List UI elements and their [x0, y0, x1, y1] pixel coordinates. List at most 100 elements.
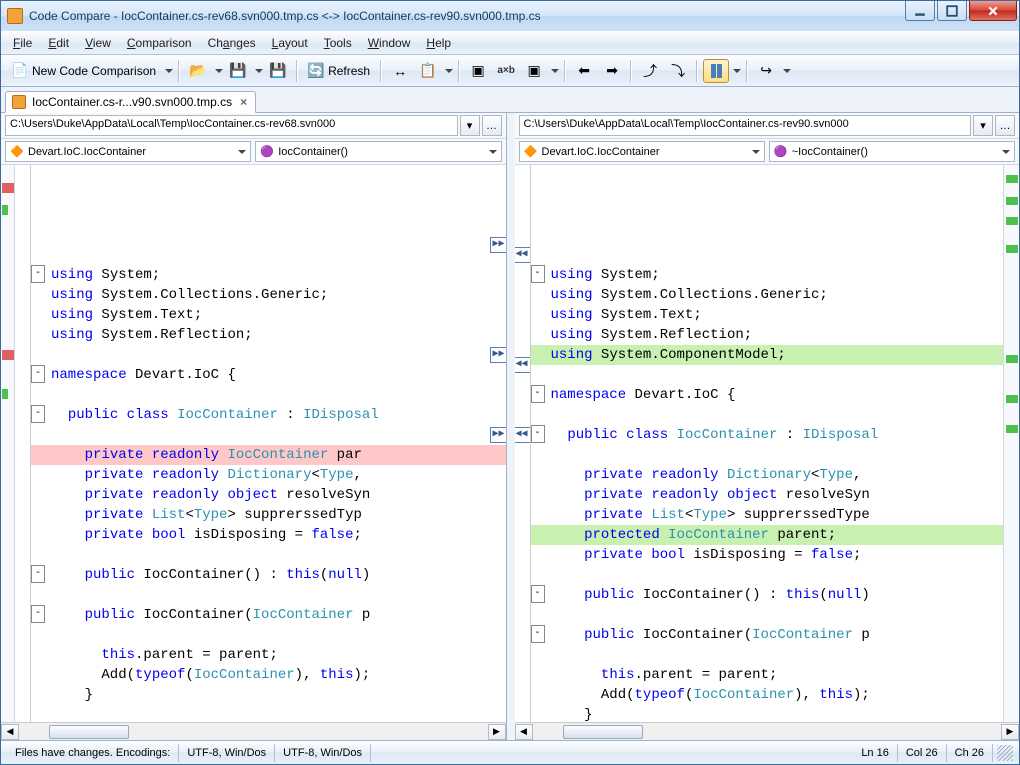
code-line[interactable]: using System.Reflection; [531, 325, 1004, 345]
dropdown-icon[interactable] [551, 69, 559, 73]
scroll-thumb[interactable] [563, 725, 643, 739]
open-button[interactable]: 📂 [185, 59, 211, 83]
goto-last-button[interactable]: ⤵ [665, 59, 691, 83]
code-line[interactable] [531, 405, 1004, 425]
code-line[interactable] [31, 625, 506, 645]
code-line[interactable]: private bool isDisposing = false; [531, 545, 1004, 565]
next-diff-button[interactable]: ▣ [521, 59, 547, 83]
code-line[interactable] [531, 565, 1004, 585]
minimize-button[interactable] [905, 1, 935, 21]
code-line[interactable]: namespace Devart.IoC { [31, 365, 506, 385]
fold-toggle-icon[interactable] [531, 625, 545, 643]
fold-toggle-icon[interactable] [531, 385, 545, 403]
code-line[interactable]: using System.Collections.Generic; [31, 285, 506, 305]
code-line[interactable] [531, 645, 1004, 665]
browse-button[interactable]: … [482, 115, 502, 136]
save-button[interactable]: 💾 [225, 59, 251, 83]
code-line[interactable]: protected IocContainer parent; [531, 525, 1004, 545]
code-line[interactable] [531, 605, 1004, 625]
copy-right-button[interactable]: ➡ [599, 59, 625, 83]
right-overview-ruler[interactable] [1003, 165, 1019, 722]
scroll-right-button[interactable]: ▶ [1001, 724, 1019, 740]
menu-help[interactable]: Help [418, 33, 459, 53]
code-line[interactable]: private List<Type> supprerssedTyp [31, 505, 506, 525]
code-line[interactable]: private readonly IocContainer par [31, 445, 506, 465]
code-line[interactable] [31, 385, 506, 405]
new-comparison-button[interactable]: 📄New Code Comparison [7, 59, 161, 83]
layout-side-button[interactable] [703, 59, 729, 83]
dropdown-icon[interactable] [215, 69, 223, 73]
code-line[interactable]: using System; [31, 265, 506, 285]
code-line[interactable]: public IocContainer() : this(null) [531, 585, 1004, 605]
code-line[interactable]: using System.Collections.Generic; [531, 285, 1004, 305]
swap-button[interactable]: ↔ [387, 59, 413, 83]
code-line[interactable] [31, 345, 506, 365]
code-line[interactable]: private readonly object resolveSyn [531, 485, 1004, 505]
dropdown-icon[interactable] [255, 69, 263, 73]
document-tab[interactable]: IocContainer.cs-r...v90.svn000.tmp.cs × [5, 91, 256, 113]
prev-diff-button[interactable]: ▣ [465, 59, 491, 83]
code-line[interactable]: private List<Type> supprerssedType [531, 505, 1004, 525]
code-line[interactable]: Add(typeof(IocContainer), this); [531, 685, 1004, 705]
dropdown-icon[interactable] [783, 69, 791, 73]
code-line[interactable]: using System.Text; [531, 305, 1004, 325]
menu-window[interactable]: Window [360, 33, 419, 53]
code-line[interactable] [31, 585, 506, 605]
right-h-scrollbar[interactable]: ◀ ▶ [515, 722, 1020, 740]
right-class-combo[interactable]: 🔶 Devart.IoC.IocContainer [519, 141, 765, 162]
fold-toggle-icon[interactable] [31, 405, 45, 423]
refresh-button[interactable]: 🔄Refresh [303, 59, 375, 83]
code-line[interactable] [531, 365, 1004, 385]
fold-toggle-icon[interactable] [31, 565, 45, 583]
code-line[interactable]: private readonly object resolveSyn [31, 485, 506, 505]
resize-grip-icon[interactable] [997, 745, 1013, 761]
tool-button[interactable]: 📋 [415, 59, 441, 83]
fold-toggle-icon[interactable] [531, 425, 545, 443]
code-line[interactable] [31, 545, 506, 565]
fold-toggle-icon[interactable] [31, 265, 45, 283]
left-diff-ruler[interactable] [1, 165, 15, 722]
fold-toggle-icon[interactable] [31, 365, 45, 383]
fold-toggle-icon[interactable] [31, 605, 45, 623]
code-line[interactable]: private readonly Dictionary<Type, [31, 465, 506, 485]
code-line[interactable]: private bool isDisposing = false; [31, 525, 506, 545]
code-line[interactable] [31, 705, 506, 722]
dropdown-icon[interactable] [733, 69, 741, 73]
menu-tools[interactable]: Tools [316, 33, 360, 53]
titlebar[interactable]: Code Compare - IocContainer.cs-rev68.svn… [1, 1, 1019, 31]
code-line[interactable]: Add(typeof(IocContainer), this); [31, 665, 506, 685]
copy-left-button[interactable]: ⬅ [571, 59, 597, 83]
save-all-button[interactable]: 💾 [265, 59, 291, 83]
code-line[interactable]: using System.ComponentModel; [531, 345, 1004, 365]
code-line[interactable]: } [531, 705, 1004, 722]
menu-layout[interactable]: Layout [264, 33, 316, 53]
scroll-right-button[interactable]: ▶ [488, 724, 506, 740]
dropdown-icon[interactable] [445, 69, 453, 73]
code-line[interactable]: public IocContainer(IocContainer p [31, 605, 506, 625]
close-button[interactable] [969, 1, 1017, 21]
menu-file[interactable]: File [5, 33, 40, 53]
left-path-input[interactable]: C:\Users\Duke\AppData\Local\Temp\IocCont… [5, 115, 458, 136]
char-diff-button[interactable]: a×b [493, 59, 519, 83]
encoding-left[interactable]: UTF-8, Win/Dos [179, 744, 275, 762]
right-path-input[interactable]: C:\Users\Duke\AppData\Local\Temp\IocCont… [519, 115, 972, 136]
code-line[interactable]: this.parent = parent; [531, 665, 1004, 685]
sync-right-icon[interactable]: ▶▶ [490, 237, 506, 253]
menu-view[interactable]: View [77, 33, 119, 53]
fold-toggle-icon[interactable] [531, 265, 545, 283]
menu-changes[interactable]: Changes [200, 33, 264, 53]
code-line[interactable]: public IocContainer(IocContainer p [531, 625, 1004, 645]
code-line[interactable]: this.parent = parent; [31, 645, 506, 665]
menu-edit[interactable]: Edit [40, 33, 77, 53]
scroll-thumb[interactable] [49, 725, 129, 739]
code-line[interactable]: using System.Text; [31, 305, 506, 325]
dropdown-icon[interactable] [165, 69, 173, 73]
fold-toggle-icon[interactable] [531, 585, 545, 603]
code-line[interactable]: public class IocContainer : IDisposal [31, 405, 506, 425]
splitter[interactable] [507, 113, 515, 740]
left-h-scrollbar[interactable]: ◀ ▶ [1, 722, 506, 740]
code-line[interactable] [31, 425, 506, 445]
close-tab-button[interactable]: × [238, 95, 249, 109]
right-editor[interactable]: ◀◀ ◀◀ ◀◀ using System;using System.Colle… [515, 165, 1004, 722]
code-line[interactable]: } [31, 685, 506, 705]
